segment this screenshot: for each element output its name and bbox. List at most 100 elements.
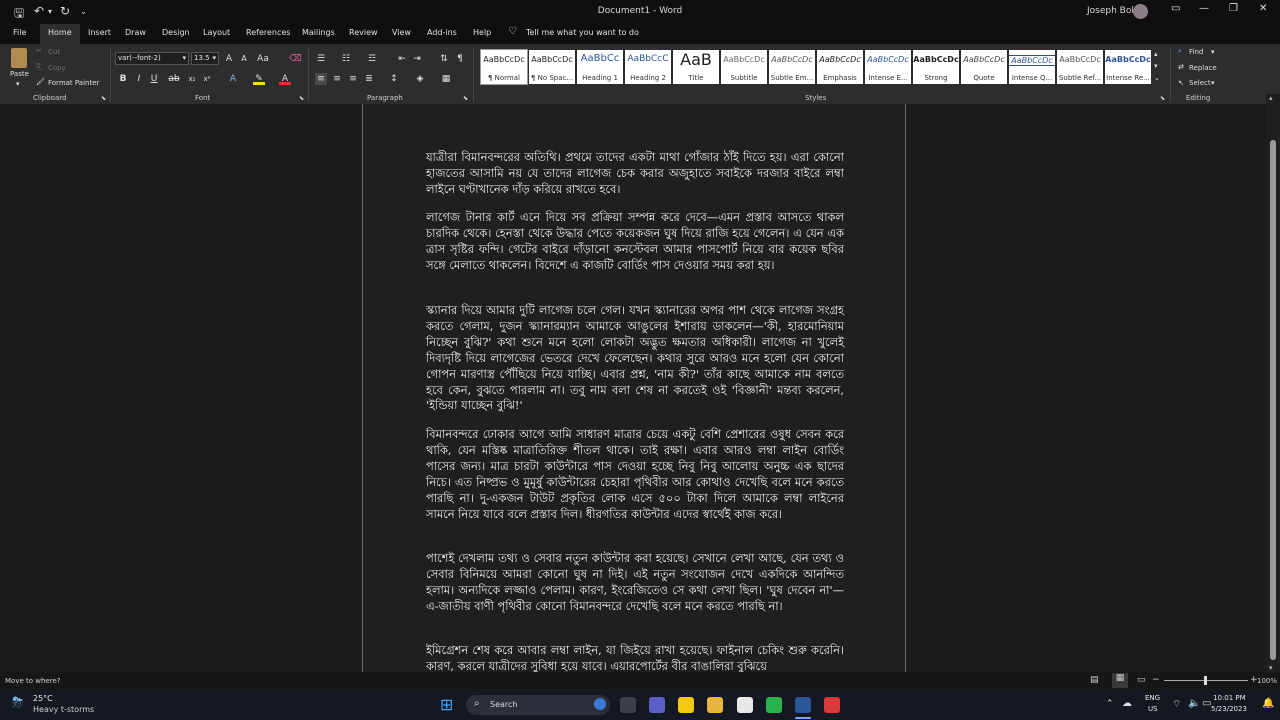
styles-scroll-up-icon[interactable]: ▴ — [1154, 50, 1158, 58]
line-spacing-icon[interactable]: ↕ — [388, 73, 400, 85]
tab-home[interactable]: Home — [40, 24, 80, 44]
chevron-down-icon[interactable]: ▾ — [1211, 48, 1215, 56]
onedrive-icon[interactable]: ☁ — [1122, 698, 1132, 709]
align-center-icon[interactable]: ≡ — [331, 73, 343, 85]
tab-insert[interactable]: Insert — [88, 28, 111, 37]
subscript-icon[interactable]: x₂ — [186, 73, 198, 85]
select-button[interactable]: Select — [1189, 79, 1211, 87]
paste-button[interactable]: Paste — [10, 70, 29, 78]
web-layout-icon[interactable]: ▭ — [1137, 675, 1146, 685]
decrease-indent-icon[interactable]: ⇤ — [396, 53, 408, 65]
font-size-select[interactable]: 13.5 ▾ — [191, 52, 219, 65]
tell-me-search[interactable]: Tell me what you want to do — [526, 28, 639, 37]
tab-draw[interactable]: Draw — [125, 28, 146, 37]
style-emphasis[interactable]: AaBbCcDc Emphasis — [817, 50, 863, 84]
paragraph-5[interactable]: পাশেই দেখলাম তথ্য ও সেবার নতুন কাউন্টার … — [426, 551, 844, 615]
increase-indent-icon[interactable]: ⇥ — [411, 53, 423, 65]
scroll-up-icon[interactable]: ▴ — [1269, 94, 1273, 102]
numbering-icon[interactable]: ☷ — [340, 53, 352, 65]
file-explorer-icon[interactable] — [707, 697, 723, 713]
start-icon[interactable]: ⊞ — [440, 695, 453, 714]
shrink-font-icon[interactable]: A — [238, 53, 250, 65]
bold-icon[interactable]: B — [117, 73, 129, 85]
styles-more-icon[interactable]: ⌄ — [1154, 74, 1160, 82]
styles-scroll-down-icon[interactable]: ▾ — [1154, 62, 1158, 70]
replace-button[interactable]: Replace — [1189, 64, 1217, 72]
language-code[interactable]: ENG — [1145, 694, 1160, 702]
change-case-icon[interactable]: Aa — [257, 53, 269, 65]
weather-desc[interactable]: Heavy t-storms — [33, 705, 94, 714]
format-painter-button[interactable]: Format Painter — [48, 79, 99, 87]
style-subtitle[interactable]: AaBbCcDc Subtitle — [721, 50, 767, 84]
scroll-down-icon[interactable]: ▾ — [1269, 664, 1273, 672]
style-intense-emphasis[interactable]: AaBbCcDc Intense E... — [865, 50, 911, 84]
align-right-icon[interactable]: ≡ — [347, 73, 359, 85]
language-region[interactable]: US — [1148, 705, 1158, 713]
underline-icon[interactable]: U — [148, 73, 160, 85]
style-no-spacing[interactable]: AaBbCcDc ¶ No Spac... — [529, 50, 575, 84]
tab-mailings[interactable]: Mailings — [302, 28, 335, 37]
style-subtle-reference[interactable]: AaBbCcDc Subtle Ref... — [1057, 50, 1103, 84]
zoom-slider-thumb[interactable] — [1204, 676, 1207, 685]
taskbar-search[interactable]: ⌕ Search — [466, 695, 610, 715]
font-name-select[interactable]: var(--font-2) ▾ — [115, 52, 189, 65]
style-intense-quote[interactable]: AaBbCcDc Intense Q... — [1009, 50, 1055, 84]
highlight-color-icon[interactable]: ✎ — [253, 73, 265, 85]
paragraph-launcher-icon[interactable]: ⬊ — [463, 95, 468, 102]
tab-design[interactable]: Design — [162, 28, 190, 37]
paragraph-6[interactable]: ইমিগ্রেশন শেষ করে আবার লম্বা লাইন, যা জি… — [426, 643, 844, 672]
user-name[interactable]: Joseph Bolt — [1087, 6, 1137, 16]
minimize-icon[interactable]: — — [1199, 3, 1209, 14]
paragraph-4[interactable]: বিমানবন্দরে ঢোকার আগে আমি সাধারণ মাত্রার… — [426, 427, 844, 522]
find-icon[interactable]: ⌕ — [1178, 47, 1182, 56]
clock-date[interactable]: 5/23/2023 — [1211, 705, 1247, 713]
multilevel-list-icon[interactable]: ☲ — [366, 53, 378, 65]
borders-icon[interactable]: ▦ — [440, 73, 452, 85]
style-intense-reference[interactable]: AaBbCcDc Intense Re... — [1105, 50, 1151, 84]
justify-icon[interactable]: ≣ — [363, 73, 375, 85]
weather-icon[interactable]: ⛈ — [12, 695, 23, 711]
style-quote[interactable]: AaBbCcDc Quote — [961, 50, 1007, 84]
italic-icon[interactable]: I — [133, 73, 145, 85]
zoom-out-icon[interactable]: − — [1152, 675, 1160, 685]
notifications-icon[interactable]: 🔔 — [1262, 698, 1274, 709]
document-workspace[interactable]: যাত্রীরা বিমানবন্দরের অতিথি। প্রথমে তাদে… — [0, 104, 1266, 672]
align-left-icon[interactable]: ≡ — [315, 73, 327, 85]
paste-icon[interactable] — [11, 48, 27, 68]
sticky-notes-icon[interactable] — [678, 697, 694, 713]
avatar[interactable] — [1133, 4, 1148, 19]
document-page[interactable]: যাত্রীরা বিমানবন্দরের অতিথি। প্রথমে তাদে… — [362, 104, 906, 672]
tab-view[interactable]: View — [392, 28, 411, 37]
close-icon[interactable]: ✕ — [1259, 3, 1267, 14]
scrollbar-thumb[interactable] — [1270, 140, 1276, 660]
paragraph-2[interactable]: লাগেজ টানার কার্ট এনে দিয়ে সব প্রক্রিয়… — [426, 210, 844, 274]
show-formatting-marks-icon[interactable]: ¶ — [454, 53, 466, 65]
style-title[interactable]: AaB Title — [673, 50, 719, 84]
focus-mode-icon[interactable]: ▤ — [1090, 675, 1099, 685]
font-color-icon[interactable]: A — [279, 73, 291, 85]
superscript-icon[interactable]: x² — [201, 73, 213, 85]
restore-icon[interactable]: ❐ — [1229, 3, 1238, 14]
paragraph-3[interactable]: স্ক্যানার দিয়ে আমার দুটি লাগেজ চলে গেল।… — [426, 303, 844, 414]
tab-file[interactable]: File — [13, 28, 26, 37]
tab-addins[interactable]: Add-ins — [427, 28, 457, 37]
ribbon-display-options-icon[interactable]: ▭ — [1171, 3, 1180, 14]
style-subtle-emphasis[interactable]: AaBbCcDc Subtle Em... — [769, 50, 815, 84]
style-heading-2[interactable]: AaBbCcC Heading 2 — [625, 50, 671, 84]
clear-formatting-icon[interactable]: ⌫ — [289, 53, 302, 65]
tab-review[interactable]: Review — [349, 28, 378, 37]
tab-help[interactable]: Help — [473, 28, 491, 37]
sort-icon[interactable]: ⇅ — [438, 53, 450, 65]
paragraph-1[interactable]: যাত্রীরা বিমানবন্দরের অতিথি। প্রথমে তাদে… — [426, 150, 844, 198]
tab-references[interactable]: References — [246, 28, 290, 37]
tab-layout[interactable]: Layout — [203, 28, 230, 37]
camtasia-icon[interactable] — [766, 697, 782, 713]
styles-launcher-icon[interactable]: ⬊ — [1160, 95, 1165, 102]
bullets-icon[interactable]: ☰ — [315, 53, 327, 65]
volume-icon[interactable]: 🔈 — [1188, 698, 1200, 709]
replace-icon[interactable]: ⇄ — [1178, 63, 1184, 71]
zoom-level[interactable]: 100% — [1257, 677, 1277, 685]
style-heading-1[interactable]: AaBbCc Heading 1 — [577, 50, 623, 84]
vertical-scrollbar[interactable]: ▴ ▾ — [1266, 94, 1280, 672]
clock-time[interactable]: 10:01 PM — [1213, 694, 1246, 702]
